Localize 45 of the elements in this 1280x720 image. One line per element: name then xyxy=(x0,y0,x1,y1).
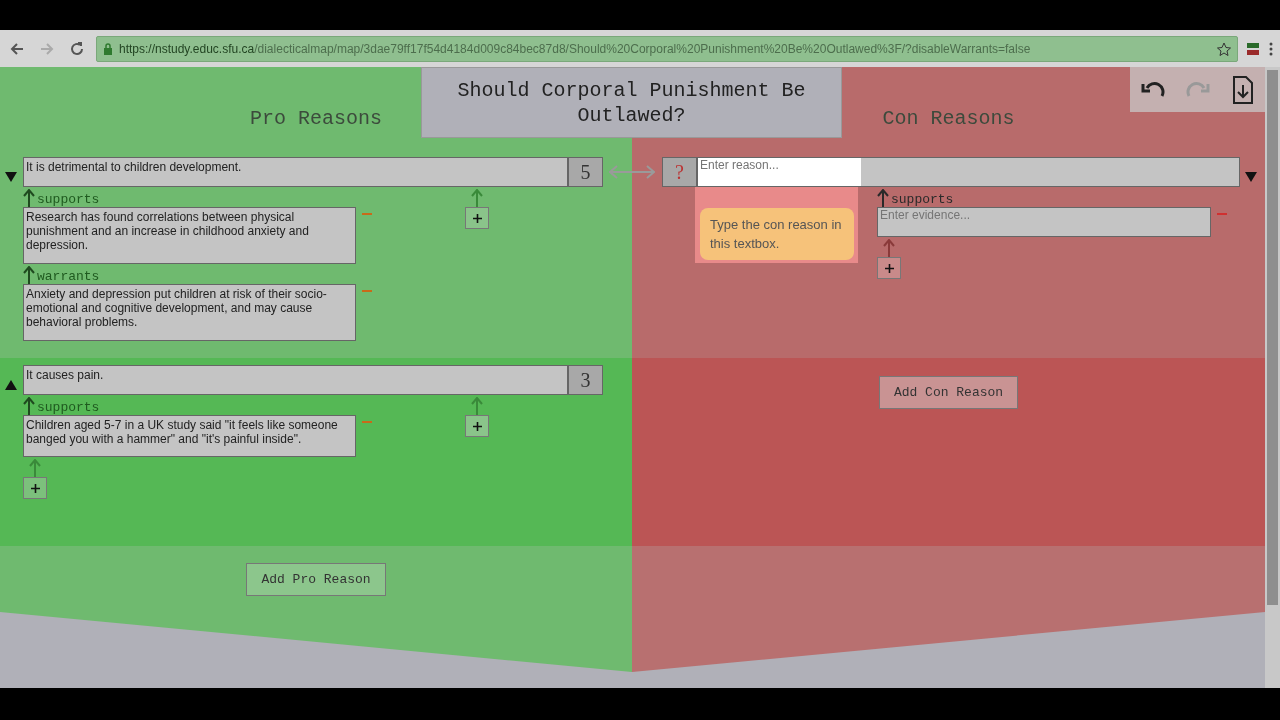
up-arrow-icon xyxy=(471,397,483,415)
evidence-input[interactable]: Enter evidence... xyxy=(877,207,1211,237)
up-arrow-icon xyxy=(471,189,483,207)
up-arrow-icon xyxy=(23,397,35,415)
scrollbar-thumb[interactable] xyxy=(1267,70,1278,605)
add-pro-reason-button[interactable]: Add Pro Reason xyxy=(246,563,386,596)
add-evidence-button[interactable] xyxy=(877,257,901,279)
pro-heading: Pro Reasons xyxy=(250,107,382,130)
menu-icon[interactable] xyxy=(1268,41,1274,56)
map-title: Should Corporal Punishment Be Outlawed? xyxy=(421,67,842,138)
reload-icon xyxy=(70,41,84,56)
lock-icon xyxy=(103,42,113,55)
plus-icon xyxy=(884,263,894,273)
relation-label: supports xyxy=(37,400,100,415)
reason-score: ? xyxy=(662,157,697,187)
up-arrow-icon xyxy=(29,459,41,477)
evidence-field[interactable]: Research has found correlations between physical punishment and an increase in childhood anxiety and depression. xyxy=(23,207,356,264)
up-arrow-icon xyxy=(23,266,35,284)
up-arrow-icon xyxy=(877,189,889,207)
reason-field[interactable]: It causes pain. xyxy=(23,365,568,395)
up-arrow-icon xyxy=(883,239,895,257)
add-evidence-button[interactable] xyxy=(465,207,489,229)
forward-arrow-icon xyxy=(40,41,54,56)
add-evidence-button[interactable] xyxy=(465,415,489,437)
back-arrow-icon xyxy=(10,41,24,56)
add-con-reason-button[interactable]: Add Con Reason xyxy=(878,376,1019,409)
relation-label: warrants xyxy=(37,269,100,284)
tooltip: Type the con reason in this textbox. xyxy=(700,208,854,260)
relation-label: supports xyxy=(891,192,954,207)
con-heading: Con Reasons xyxy=(882,107,1015,130)
add-evidence-button[interactable] xyxy=(23,477,47,499)
star-icon[interactable] xyxy=(1217,41,1231,56)
plus-icon xyxy=(472,213,482,223)
reason-score: 3 xyxy=(568,365,603,395)
evidence-field[interactable]: Anxiety and depression put children at risk of their socio-emotional and cognitive development, and may cause behavioral problems. xyxy=(23,284,356,341)
plus-icon xyxy=(472,421,482,431)
evidence-field[interactable]: Children aged 5-7 in a UK study said "it feels like someone banged you with a hammer" and "it's painful inside". xyxy=(23,415,356,457)
reason-field[interactable]: It is detrimental to children development. xyxy=(23,157,568,187)
address-bar[interactable]: https://nstudy.educ.sfu.ca/dialecticalmap/map/3dae79ff17f54d4184d009c84bec87d8/Should%20Corporal%20Punishment%20Be%20Outlawed%3F/?disableWarrants=false xyxy=(96,35,1238,62)
reason-score: 5 xyxy=(568,157,603,187)
up-arrow-icon xyxy=(23,189,35,207)
extension-icon[interactable] xyxy=(1246,41,1260,56)
reason-input[interactable]: Enter reason... xyxy=(697,157,1240,187)
relation-label: supports xyxy=(37,192,100,207)
plus-icon xyxy=(30,483,40,493)
